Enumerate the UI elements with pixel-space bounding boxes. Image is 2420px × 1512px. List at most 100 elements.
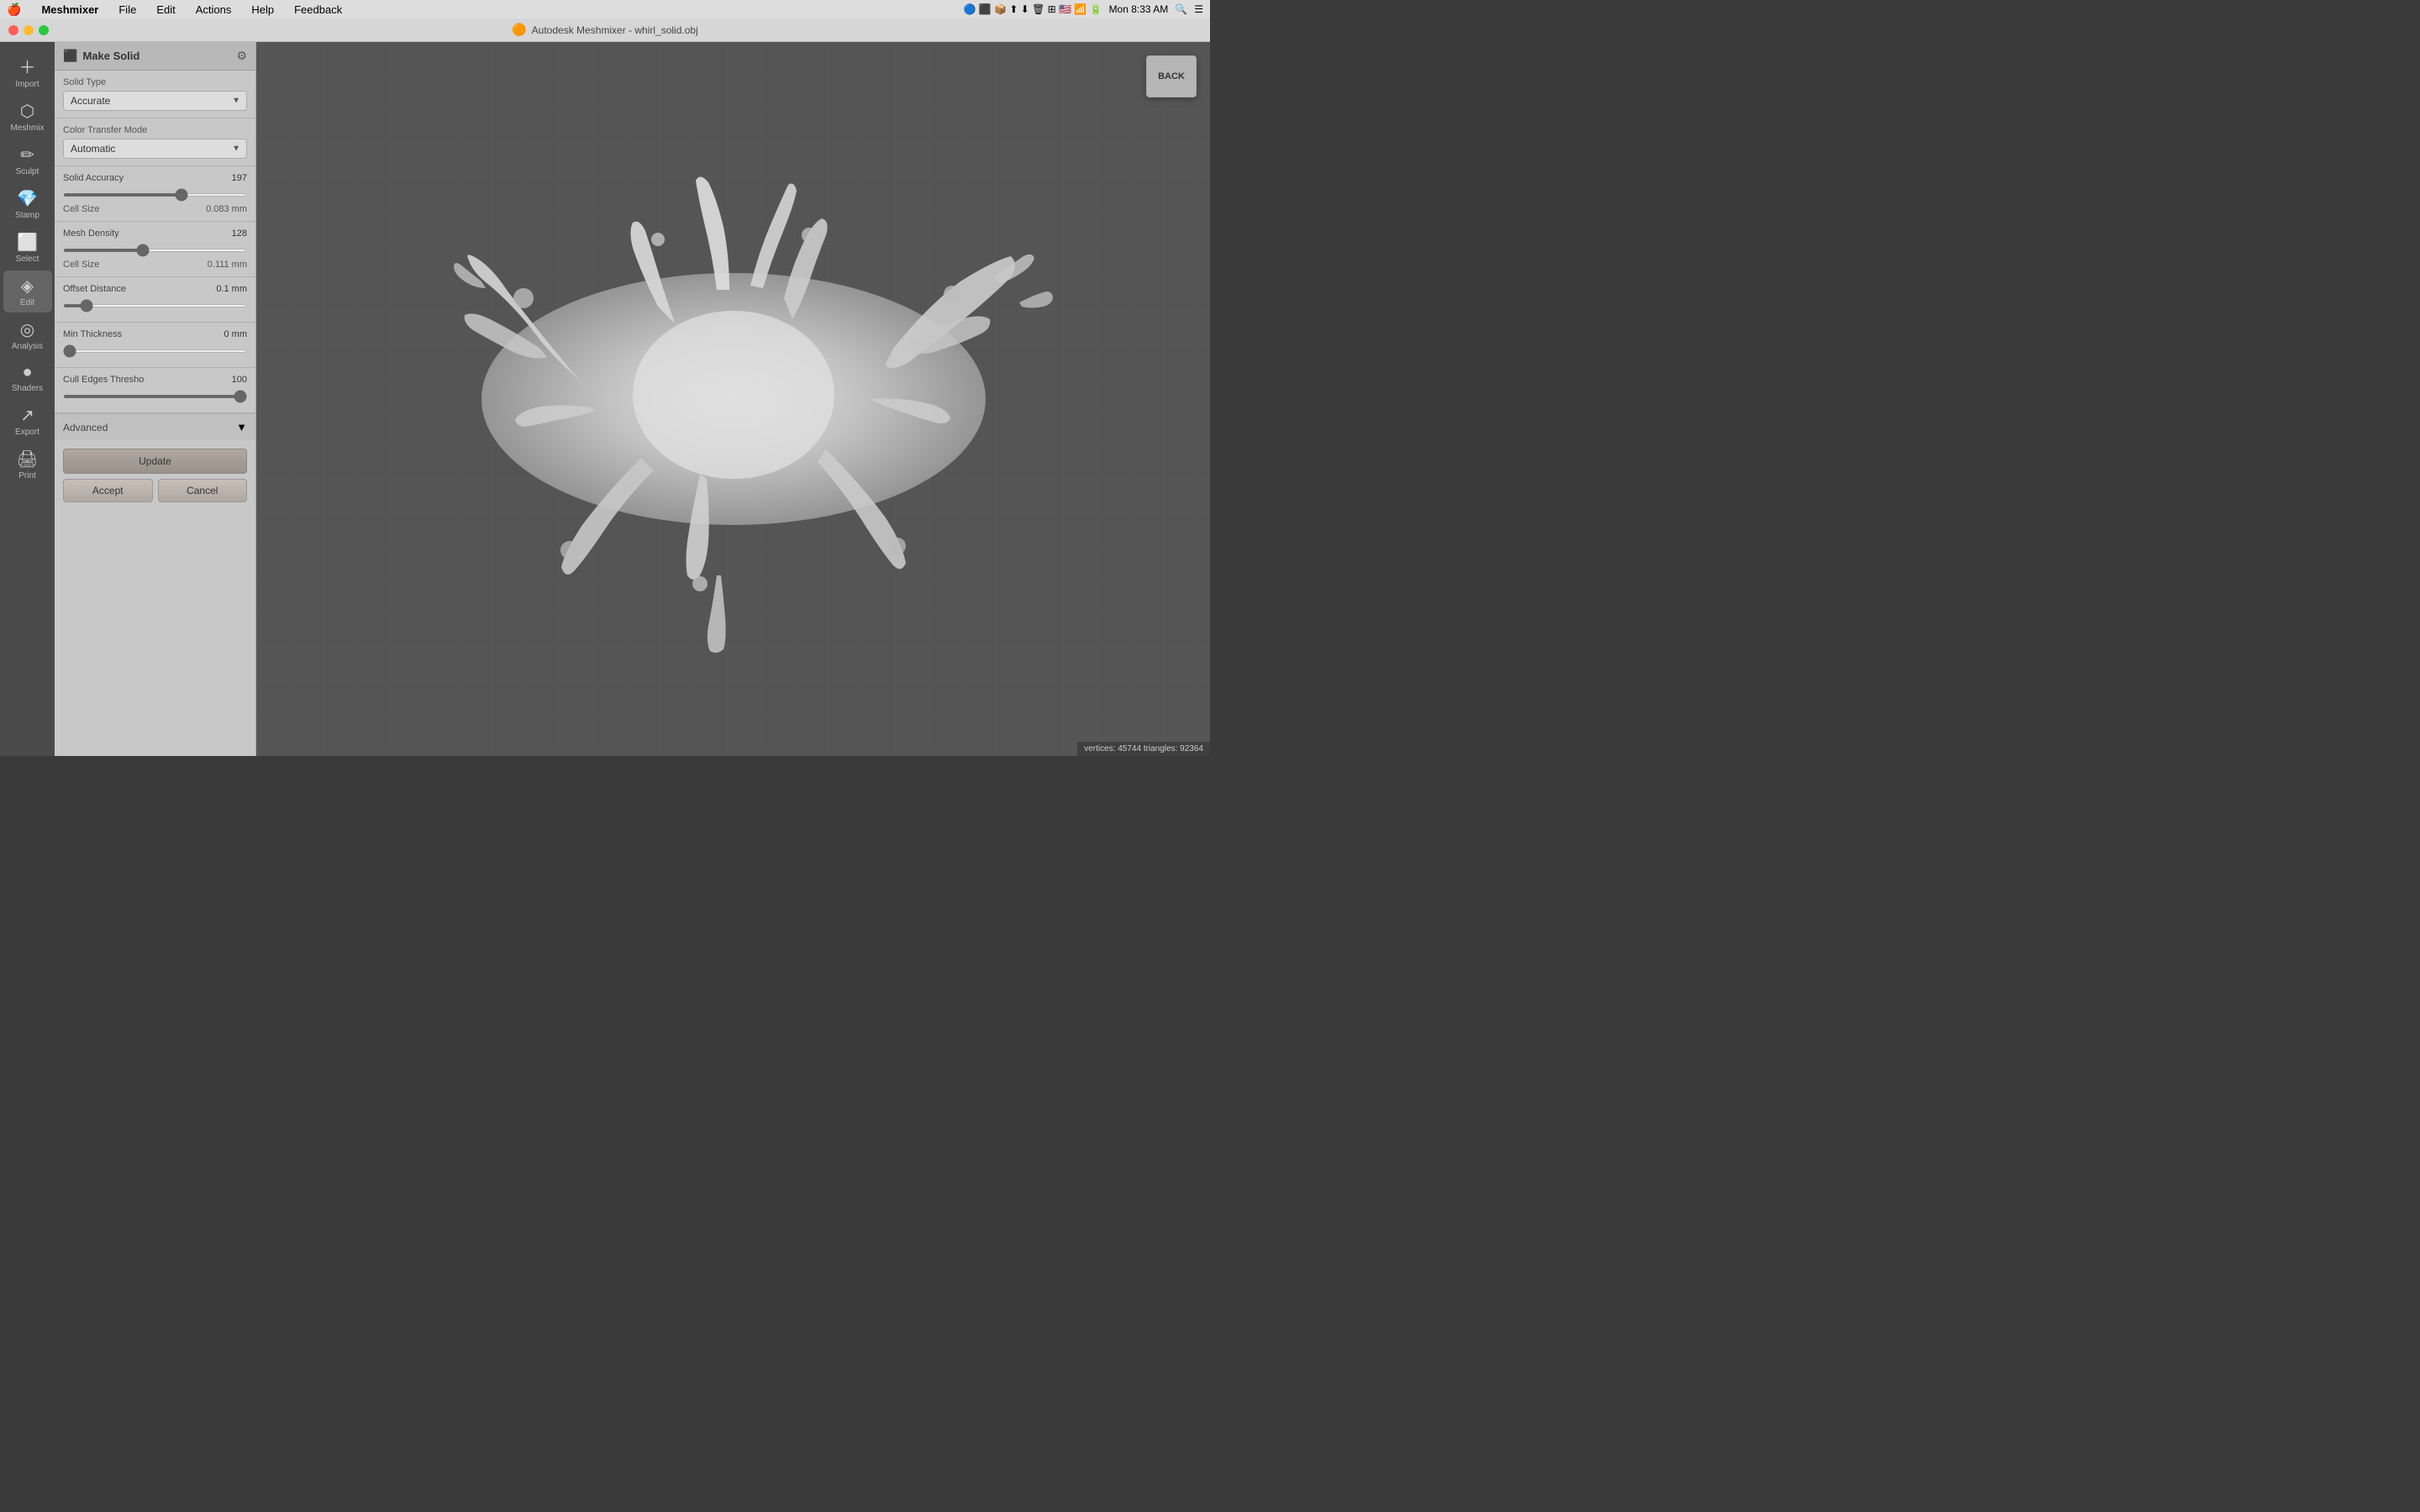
solid-accuracy-value: 197 <box>232 173 247 183</box>
min-thickness-section: Min Thickness 0 mm <box>55 323 255 368</box>
cell-size-2-label: Cell Size <box>63 260 99 270</box>
viewport-status: vertices: 45744 triangles: 92364 <box>1077 742 1210 756</box>
advanced-label: Advanced <box>63 422 108 433</box>
apple-menu[interactable]: 🍎 <box>7 3 21 17</box>
meshmix-icon: ⬡ <box>20 101 34 122</box>
app-name[interactable]: Meshmixer <box>38 3 102 16</box>
min-thickness-label: Min Thickness <box>63 329 122 339</box>
min-thickness-value: 0 mm <box>224 329 247 339</box>
menubar-icons: 🔵 ⬛ 📦 ⬆ ⬇ 🗑 ⊞ 🇺🇸 📶 🔋 <box>964 3 1102 15</box>
solid-accuracy-slider-container <box>63 186 247 199</box>
mesh-density-slider[interactable] <box>63 249 247 252</box>
sculpt-icon: ✏ <box>20 144 34 165</box>
solid-accuracy-slider[interactable] <box>63 193 247 197</box>
color-transfer-dropdown-wrapper: Automatic None Fast ▼ <box>63 139 247 159</box>
sidebar-item-shaders[interactable]: ● Shaders <box>3 358 52 398</box>
mesh-density-slider-container <box>63 242 247 255</box>
search-icon[interactable]: 🔍 <box>1175 3 1187 15</box>
sidebar-label-export: Export <box>15 428 39 437</box>
mesh-density-value: 128 <box>232 228 247 239</box>
cull-edges-slider-container <box>63 388 247 401</box>
settings-gear-icon[interactable]: ⚙ <box>236 49 247 63</box>
accept-cancel-row: Accept Cancel <box>63 479 247 502</box>
panel-buttons: Update Accept Cancel <box>55 440 255 511</box>
cell-size-2-value: 0.111 mm <box>208 260 247 270</box>
offset-distance-slider-container <box>63 297 247 310</box>
solid-type-section: Solid Type Accurate Fast Sharp Edge Pres… <box>55 71 255 118</box>
panel-title-icon: ⬛ <box>63 49 77 63</box>
offset-distance-slider[interactable] <box>63 304 247 307</box>
accept-button[interactable]: Accept <box>63 479 153 502</box>
sidebar-item-print[interactable]: 🖨 Print <box>3 444 52 486</box>
cell-size-1-label: Cell Size <box>63 204 99 214</box>
cull-edges-slider[interactable] <box>63 395 247 398</box>
solid-type-dropdown[interactable]: Accurate Fast Sharp Edge Preserve <box>63 91 247 111</box>
analysis-icon: ◎ <box>20 319 34 340</box>
panel: ⬛ Make Solid ⚙ Solid Type Accurate Fast … <box>55 42 256 756</box>
edit-icon: ◈ <box>21 276 34 297</box>
sidebar-item-import[interactable]: ＋ Import <box>3 49 52 94</box>
advanced-chevron-icon: ▼ <box>236 421 247 433</box>
window-title: Autodesk Meshmixer - whirl_solid.obj <box>532 24 698 36</box>
export-icon: ↗ <box>20 405 34 426</box>
select-icon: ⬜ <box>17 232 38 253</box>
cell-size-1-value: 0.083 mm <box>206 204 247 214</box>
import-icon: ＋ <box>19 54 36 78</box>
color-transfer-dropdown[interactable]: Automatic None Fast <box>63 139 247 159</box>
sidebar-label-meshmix: Meshmix <box>10 123 44 133</box>
update-button[interactable]: Update <box>63 449 247 474</box>
sidebar-label-shaders: Shaders <box>12 384 43 393</box>
maximize-button[interactable] <box>39 25 49 35</box>
close-button[interactable] <box>8 25 18 35</box>
cull-edges-label: Cull Edges Thresho <box>63 375 144 385</box>
sidebar-label-import: Import <box>15 80 39 89</box>
sidebar-item-analysis[interactable]: ◎ Analysis <box>3 314 52 356</box>
panel-title: Make Solid <box>82 50 139 62</box>
minimize-button[interactable] <box>24 25 34 35</box>
sidebar-item-meshmix[interactable]: ⬡ Meshmix <box>3 96 52 138</box>
main-layout: ＋ Import ⬡ Meshmix ✏ Sculpt 💎 Stamp ⬜ Se… <box>0 42 1210 756</box>
back-cube[interactable]: BACK <box>1146 55 1197 97</box>
viewport[interactable]: BACK vertices: 45744 triangles: 92364 <box>256 42 1210 756</box>
mesh-model <box>406 139 1061 659</box>
shaders-icon: ● <box>22 363 32 382</box>
menu-bar: 🍎 Meshmixer File Edit Actions Help Feedb… <box>0 0 1210 18</box>
cull-edges-section: Cull Edges Thresho 100 <box>55 368 255 413</box>
min-thickness-slider[interactable] <box>63 349 247 353</box>
color-transfer-label: Color Transfer Mode <box>63 125 247 135</box>
sidebar-label-stamp: Stamp <box>15 211 39 220</box>
sidebar-item-export[interactable]: ↗ Export <box>3 400 52 442</box>
offset-distance-value: 0.1 mm <box>216 284 247 294</box>
offset-distance-label: Offset Distance <box>63 284 126 294</box>
sidebar: ＋ Import ⬡ Meshmix ✏ Sculpt 💎 Stamp ⬜ Se… <box>0 42 55 756</box>
solid-accuracy-label: Solid Accuracy <box>63 173 124 183</box>
title-bar: 🟠 Autodesk Meshmixer - whirl_solid.obj <box>0 18 1210 42</box>
solid-accuracy-section: Solid Accuracy 197 Cell Size 0.083 mm <box>55 166 255 222</box>
menu-help[interactable]: Help <box>248 3 277 16</box>
app-icon: 🟠 <box>512 23 526 37</box>
panel-header: ⬛ Make Solid ⚙ <box>55 42 255 71</box>
offset-distance-section: Offset Distance 0.1 mm <box>55 277 255 323</box>
solid-type-label: Solid Type <box>63 77 247 87</box>
solid-type-dropdown-wrapper: Accurate Fast Sharp Edge Preserve ▼ <box>63 91 247 111</box>
sidebar-item-edit[interactable]: ◈ Edit <box>3 270 52 312</box>
sidebar-item-sculpt[interactable]: ✏ Sculpt <box>3 139 52 181</box>
menu-icon[interactable]: ☰ <box>1194 3 1203 15</box>
print-icon: 🖨 <box>17 449 38 470</box>
sidebar-label-select: Select <box>16 255 39 264</box>
sidebar-label-analysis: Analysis <box>12 342 43 351</box>
stamp-icon: 💎 <box>17 188 38 209</box>
sidebar-item-stamp[interactable]: 💎 Stamp <box>3 183 52 225</box>
menubar-time: Mon 8:33 AM <box>1109 3 1169 15</box>
color-transfer-section: Color Transfer Mode Automatic None Fast … <box>55 118 255 166</box>
sidebar-label-sculpt: Sculpt <box>16 167 39 176</box>
mesh-density-section: Mesh Density 128 Cell Size 0.111 mm <box>55 222 255 277</box>
sidebar-item-select[interactable]: ⬜ Select <box>3 227 52 269</box>
menu-file[interactable]: File <box>115 3 139 16</box>
menu-feedback[interactable]: Feedback <box>291 3 345 16</box>
cancel-button[interactable]: Cancel <box>158 479 248 502</box>
menu-actions[interactable]: Actions <box>192 3 235 16</box>
advanced-section[interactable]: Advanced ▼ <box>55 413 255 440</box>
menu-edit[interactable]: Edit <box>153 3 178 16</box>
cull-edges-value: 100 <box>232 375 247 385</box>
